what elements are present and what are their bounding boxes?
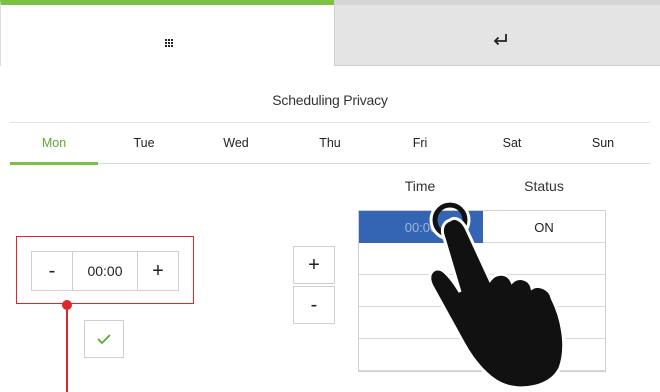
tap-hand-icon [428, 199, 566, 390]
return-arrow-icon [493, 34, 507, 46]
tab-back[interactable] [334, 0, 660, 66]
callout-line [66, 306, 68, 392]
tab-day-fri[interactable]: Fri [390, 136, 450, 150]
time-stepper-highlight: - 00:00 + [16, 236, 194, 304]
status-column-header: Status [524, 178, 564, 194]
active-day-indicator [10, 162, 98, 165]
check-icon [97, 334, 111, 345]
time-stepper: - 00:00 + [31, 251, 179, 291]
top-tab-bar [0, 0, 660, 66]
tab-home[interactable] [0, 0, 334, 66]
decrement-button[interactable]: - [32, 252, 72, 290]
time-value[interactable]: 00:00 [72, 252, 138, 290]
increment-button[interactable]: + [138, 252, 178, 290]
confirm-button[interactable] [84, 320, 124, 358]
remove-row-button[interactable]: - [293, 286, 335, 324]
tab-day-tue[interactable]: Tue [114, 136, 174, 150]
day-tabs: Mon Tue Wed Thu Fri Sat Sun [10, 122, 650, 165]
time-column-header: Time [404, 178, 436, 194]
add-row-button[interactable]: + [293, 246, 335, 284]
tab-day-mon[interactable]: Mon [24, 136, 84, 150]
page-title: Scheduling Privacy [272, 92, 388, 108]
tab-day-thu[interactable]: Thu [300, 136, 360, 150]
tab-day-sun[interactable]: Sun [573, 136, 633, 150]
tab-day-wed[interactable]: Wed [206, 136, 266, 150]
tab-day-sat[interactable]: Sat [482, 136, 542, 150]
grid-icon [165, 39, 174, 48]
